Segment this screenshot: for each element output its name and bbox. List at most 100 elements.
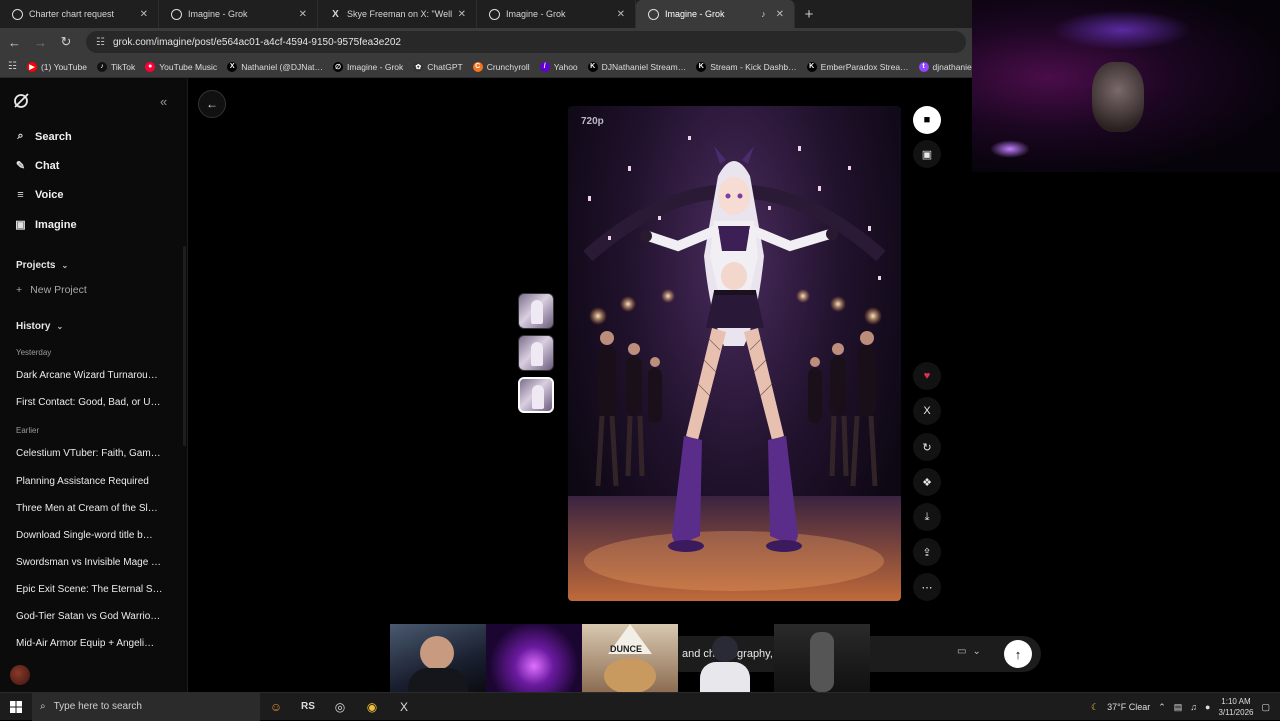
browser-tab[interactable]: Imagine - Grok ✕ <box>159 0 318 28</box>
video-mode-button[interactable]: ■ <box>913 106 941 134</box>
x-icon: X <box>332 8 339 20</box>
history-item[interactable]: Planning Assistance Required <box>16 476 166 487</box>
bookmark-label: YouTube Music <box>159 61 218 72</box>
back-arrow-icon[interactable]: ← <box>8 35 21 50</box>
microphone-icon[interactable]: ● <box>1205 702 1210 712</box>
bookmark-item[interactable]: C Crunchyroll <box>472 61 530 72</box>
share-x-button[interactable]: X <box>913 397 941 425</box>
close-tab-icon[interactable]: ✕ <box>617 9 625 20</box>
like-button[interactable]: ♥ <box>913 362 941 390</box>
bookmark-item[interactable]: K Stream - Kick Dashb… <box>696 61 797 72</box>
edit-image-button[interactable]: ❖ <box>913 468 941 496</box>
apps-grid-icon[interactable]: ☷ <box>8 61 17 72</box>
nav-search-label: Search <box>35 130 72 143</box>
bookmark-label: Crunchyroll <box>486 61 530 72</box>
history-item[interactable]: God-Tier Satan vs God Warrio… <box>16 611 166 622</box>
close-tab-icon[interactable]: ✕ <box>299 9 307 20</box>
close-tab-icon[interactable]: ✕ <box>776 9 784 20</box>
mode-select[interactable]: ▭ ⌄ <box>957 646 981 657</box>
speaker-icon[interactable]: ♪ <box>761 9 766 19</box>
thumbnail-2[interactable] <box>518 335 554 371</box>
taskbar-search[interactable]: ⌕ Type here to search <box>32 692 260 721</box>
new-tab-button[interactable]: + <box>795 0 823 28</box>
projects-header[interactable]: Projects ⌄ <box>16 260 68 271</box>
weather-text[interactable]: 37°F Clear <box>1107 702 1150 712</box>
chrome-icon[interactable]: ◉ <box>356 693 388 721</box>
bookmark-item[interactable]: / Yahoo <box>539 61 578 72</box>
browser-tab[interactable]: Imagine - Grok ✕ <box>477 0 636 28</box>
bookmark-item[interactable]: X Nathaniel (@DJNat… <box>227 61 323 72</box>
clock[interactable]: 1:10 AM 3/11/2026 <box>1218 696 1253 718</box>
browser-tab[interactable]: Imagine - Grok ♪ ✕ <box>636 0 795 28</box>
address-bar[interactable]: ☷ grok.com/imagine/post/e564ac01-a4cf-45… <box>86 31 966 53</box>
bookmark-item[interactable]: K DJNathaniel Stream… <box>587 61 686 72</box>
bookmark-item[interactable]: ● YouTube Music <box>145 61 218 72</box>
close-tab-icon[interactable]: ✕ <box>458 9 466 20</box>
chevron-down-icon: ⌄ <box>56 322 64 331</box>
history-header[interactable]: History ⌄ <box>16 321 63 332</box>
generated-image[interactable]: 720p <box>568 106 901 601</box>
x-app-icon[interactable]: X <box>388 693 420 721</box>
thumbnail-figure <box>531 342 543 366</box>
site-info-icon[interactable]: ☷ <box>96 37 105 48</box>
close-tab-icon[interactable]: ✕ <box>140 9 148 20</box>
bookmark-item[interactable]: K EmberParadox Strea… <box>806 61 909 72</box>
history-item[interactable]: Mid-Air Armor Equip + Angeli… <box>16 638 166 649</box>
webcam-light <box>1052 10 1192 50</box>
more-options-button[interactable]: ⋯ <box>913 573 941 601</box>
bookmark-item[interactable]: ♪ TikTok <box>96 61 135 72</box>
bookmark-item[interactable]: ✿ ChatGPT <box>413 61 463 72</box>
clock-time: 1:10 AM <box>1221 697 1251 706</box>
history-item[interactable]: Epic Exit Scene: The Eternal S… <box>16 584 166 595</box>
submit-button[interactable]: ↑ <box>1004 640 1032 668</box>
image-mode-icon: ▣ <box>921 148 933 161</box>
bookmark-item[interactable]: ▶ (1) YouTube <box>26 61 87 72</box>
history-item[interactable]: Download Single-word title b… <box>16 530 166 541</box>
forward-arrow-icon[interactable]: → <box>34 35 47 50</box>
chevron-up-icon[interactable]: ⌃ <box>1158 702 1166 713</box>
history-item[interactable]: Celestium VTuber: Faith, Gam… <box>16 448 166 459</box>
grok-logo-icon[interactable] <box>12 92 30 110</box>
bookmark-item[interactable]: ∅ Imagine - Grok <box>333 61 403 72</box>
avatar[interactable] <box>10 665 30 685</box>
new-project-label: New Project <box>30 284 87 296</box>
network-icon[interactable]: ▤ <box>1174 702 1183 713</box>
reload-icon[interactable]: ↻ <box>60 34 72 50</box>
taskbar-search-placeholder: Type here to search <box>53 701 142 712</box>
more-icon: ⋯ <box>921 581 933 594</box>
back-button[interactable]: ← <box>198 90 226 118</box>
grok-icon <box>171 8 182 20</box>
nav-search[interactable]: ⌕ Search <box>14 130 72 143</box>
people-icon[interactable]: ☺ <box>260 693 292 721</box>
nav-imagine[interactable]: ▣ Imagine <box>14 218 76 232</box>
nav-voice[interactable]: ≡ Voice <box>14 188 63 201</box>
history-item[interactable]: Three Men at Cream of the Sl… <box>16 503 166 514</box>
edit-image-icon: ❖ <box>922 476 932 489</box>
notifications-icon[interactable]: ▢ <box>1261 702 1270 713</box>
new-project-button[interactable]: + New Project <box>16 284 87 296</box>
image-mode-button[interactable]: ▣ <box>913 140 941 168</box>
bookmark-icon: K <box>696 61 707 72</box>
history-item[interactable]: First Contact: Good, Bad, or U… <box>16 397 166 408</box>
start-button[interactable] <box>0 700 32 713</box>
thumbnail-3[interactable] <box>518 377 554 413</box>
browser-tab[interactable]: X Skye Freeman on X: "Well meo… ✕ <box>318 0 477 28</box>
volume-icon[interactable]: ♫ <box>1190 702 1197 712</box>
regenerate-icon: ↻ <box>922 441 932 454</box>
collapse-sidebar-icon[interactable]: « <box>160 94 167 109</box>
browser-tab[interactable]: Charter chart request ✕ <box>0 0 159 28</box>
bookmark-label: Stream - Kick Dashb… <box>710 61 797 72</box>
nav-chat[interactable]: ✎ Chat <box>14 159 60 173</box>
sidebar-scrollbar[interactable] <box>183 246 186 446</box>
url-text: grok.com/imagine/post/e564ac01-a4cf-4594… <box>112 36 401 48</box>
history-item[interactable]: Dark Arcane Wizard Turnarou… <box>16 370 166 381</box>
runescape-icon[interactable]: RS <box>292 693 324 721</box>
thumbnail-1[interactable] <box>518 293 554 329</box>
thumbnail-figure <box>532 385 544 409</box>
obs-icon[interactable]: ◎ <box>324 693 356 721</box>
history-item[interactable]: Swordsman vs Invisible Mage … <box>16 557 166 568</box>
download-button[interactable]: ⤓ <box>913 503 941 531</box>
history-group-yesterday: Yesterday <box>16 348 52 357</box>
regenerate-button[interactable]: ↻ <box>913 433 941 461</box>
share-button[interactable]: ⇪ <box>913 538 941 566</box>
